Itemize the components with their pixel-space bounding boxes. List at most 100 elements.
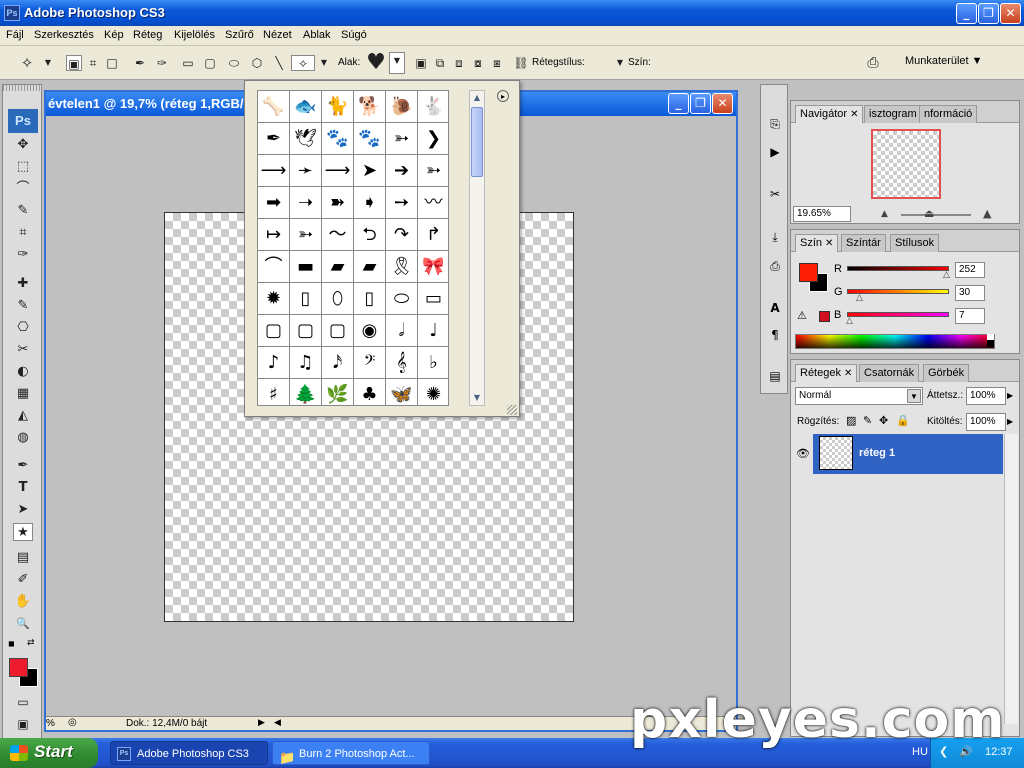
- shape-cell[interactable]: ⟶: [258, 155, 290, 187]
- shape-cell[interactable]: 🐈: [322, 91, 354, 123]
- polygon-shape-icon[interactable]: ⬡: [249, 55, 265, 71]
- path-selection-tool-icon[interactable]: ➤: [13, 501, 33, 519]
- shape-cell[interactable]: ➛: [290, 155, 322, 187]
- shape-cell[interactable]: ▯: [290, 283, 322, 315]
- shape-cell[interactable]: ♪: [258, 347, 290, 379]
- shape-cell[interactable]: 🦴: [258, 91, 290, 123]
- shape-cell[interactable]: 🐌: [386, 91, 418, 123]
- shape-cell[interactable]: 〰: [418, 187, 448, 219]
- shape-cell[interactable]: ➳: [290, 219, 322, 251]
- tab-channels[interactable]: Csatornák: [859, 364, 920, 382]
- shape-cell[interactable]: ⮌: [354, 219, 386, 251]
- shape-cell[interactable]: ➔: [386, 155, 418, 187]
- lock-pixels-icon[interactable]: ✎: [863, 414, 872, 427]
- character-panel-icon[interactable]: A: [765, 299, 785, 317]
- hand-tool-icon[interactable]: ✋: [13, 593, 33, 611]
- shape-cell[interactable]: ▬: [290, 251, 322, 283]
- blend-mode-select[interactable]: Normál ▼: [795, 387, 923, 405]
- shape-cell[interactable]: 🎗: [386, 251, 418, 283]
- r-value-field[interactable]: 252: [955, 262, 985, 278]
- line-shape-icon[interactable]: ╲: [271, 55, 287, 71]
- tab-navigator[interactable]: Navigátor ✕: [795, 105, 864, 123]
- color-spectrum-bar[interactable]: [795, 334, 995, 349]
- swap-colors-icon[interactable]: ⇄: [27, 637, 37, 647]
- shape-cell[interactable]: ➡: [258, 187, 290, 219]
- menu-window[interactable]: Ablak: [303, 29, 331, 41]
- clone-source-icon[interactable]: ⎙: [765, 257, 785, 275]
- menu-edit[interactable]: Szerkesztés: [34, 29, 94, 41]
- picker-menu-icon[interactable]: ▸: [497, 90, 509, 102]
- lock-all-icon[interactable]: 🔒: [896, 414, 910, 427]
- r-slider[interactable]: [847, 266, 949, 271]
- shape-cell[interactable]: ▰: [322, 251, 354, 283]
- file-browser-icon[interactable]: ⎙: [862, 55, 884, 71]
- shape-cell[interactable]: ⟶: [322, 155, 354, 187]
- toolbox-grip[interactable]: [3, 85, 41, 91]
- fill-pixels-mode-icon[interactable]: □: [104, 55, 120, 71]
- default-colors-icon[interactable]: ◼: [8, 639, 18, 649]
- clone-stamp-tool-icon[interactable]: ⎔: [13, 319, 33, 337]
- pen-tool-icon[interactable]: ✒: [132, 55, 148, 71]
- shape-cell[interactable]: ⬯: [322, 283, 354, 315]
- shape-cell[interactable]: ➧: [354, 187, 386, 219]
- brush-tool-icon[interactable]: ✎: [13, 297, 33, 315]
- opacity-field[interactable]: 100%: [966, 387, 1006, 405]
- healing-brush-tool-icon[interactable]: ✚: [13, 275, 33, 293]
- status-menu-arrow-icon[interactable]: ▶: [258, 717, 265, 728]
- shape-cell[interactable]: ▭: [418, 283, 448, 315]
- shape-cell[interactable]: 🦋: [386, 379, 418, 405]
- eraser-tool-icon[interactable]: ◐: [13, 363, 33, 381]
- b-slider[interactable]: [847, 312, 949, 317]
- menu-file[interactable]: Fájl: [6, 29, 24, 41]
- shape-cell[interactable]: ♯: [258, 379, 290, 405]
- pen-tool-icon[interactable]: ✒: [13, 457, 33, 475]
- menu-layer[interactable]: Réteg: [133, 29, 162, 41]
- shape-cell[interactable]: ↦: [258, 219, 290, 251]
- tab-layers[interactable]: Rétegek ✕: [795, 364, 858, 382]
- gamut-warning-icon[interactable]: ⚠: [797, 309, 807, 322]
- navigator-zoom-field[interactable]: 19.65%: [793, 206, 851, 222]
- tab-color[interactable]: Szín ✕: [795, 234, 839, 252]
- tool-presets-icon[interactable]: ✂: [765, 185, 785, 203]
- history-brush-tool-icon[interactable]: ✂: [13, 341, 33, 359]
- close-tab-icon[interactable]: ✕: [850, 109, 858, 120]
- layer-style-dropdown-icon[interactable]: ▼: [612, 55, 628, 71]
- shape-cell[interactable]: 🐾: [322, 123, 354, 155]
- shape-cell[interactable]: ➳: [386, 123, 418, 155]
- rounded-rectangle-icon[interactable]: ▢: [202, 55, 218, 71]
- color-panel-foreground-swatch[interactable]: [799, 263, 818, 282]
- zoom-out-icon[interactable]: ▲: [881, 209, 888, 219]
- screen-mode-icon[interactable]: ▣: [13, 715, 33, 733]
- shape-cell[interactable]: 🎀: [418, 251, 448, 283]
- paragraph-panel-icon[interactable]: ¶: [765, 326, 785, 344]
- r-slider-thumb[interactable]: △: [943, 270, 950, 280]
- g-slider-thumb[interactable]: △: [856, 293, 863, 303]
- freeform-pen-icon[interactable]: ✑: [154, 55, 170, 71]
- shape-cell[interactable]: 🐾: [354, 123, 386, 155]
- crop-tool-icon[interactable]: ⌗: [13, 224, 33, 242]
- lock-transparency-icon[interactable]: ▨: [846, 414, 856, 427]
- shape-cell[interactable]: ▰: [354, 251, 386, 283]
- shape-cell[interactable]: 🌿: [322, 379, 354, 405]
- shape-cell[interactable]: 🌲: [290, 379, 322, 405]
- navigator-thumbnail[interactable]: [871, 129, 941, 199]
- layers-scrollbar[interactable]: [1004, 434, 1018, 724]
- doc-minimize-button[interactable]: _: [668, 93, 689, 114]
- shape-cell[interactable]: ↷: [386, 219, 418, 251]
- move-tool-icon[interactable]: ✥: [13, 136, 33, 154]
- shape-cell[interactable]: 🐕: [354, 91, 386, 123]
- paths-mode-icon[interactable]: ⌗: [85, 55, 101, 71]
- shape-cell[interactable]: ▯: [354, 283, 386, 315]
- shape-cell[interactable]: 𝄞: [386, 347, 418, 379]
- start-button[interactable]: Start: [0, 738, 98, 768]
- photoshop-logo[interactable]: Ps: [8, 109, 38, 133]
- shape-grid-scrollbar[interactable]: ▲ ▼: [469, 90, 485, 406]
- shape-cell[interactable]: ✒: [258, 123, 290, 155]
- taskbar-item-folder[interactable]: 📁 Burn 2 Photoshop Act...: [272, 741, 430, 765]
- maximize-button[interactable]: ❐: [978, 3, 999, 24]
- status-icon[interactable]: ◎: [68, 717, 77, 728]
- taskbar-item-photoshop[interactable]: Ps Adobe Photoshop CS3: [110, 741, 268, 765]
- ellipse-shape-icon[interactable]: ⬭: [226, 55, 242, 71]
- shape-cell[interactable]: ▢: [258, 315, 290, 347]
- slice-tool-icon[interactable]: ✑: [13, 246, 33, 264]
